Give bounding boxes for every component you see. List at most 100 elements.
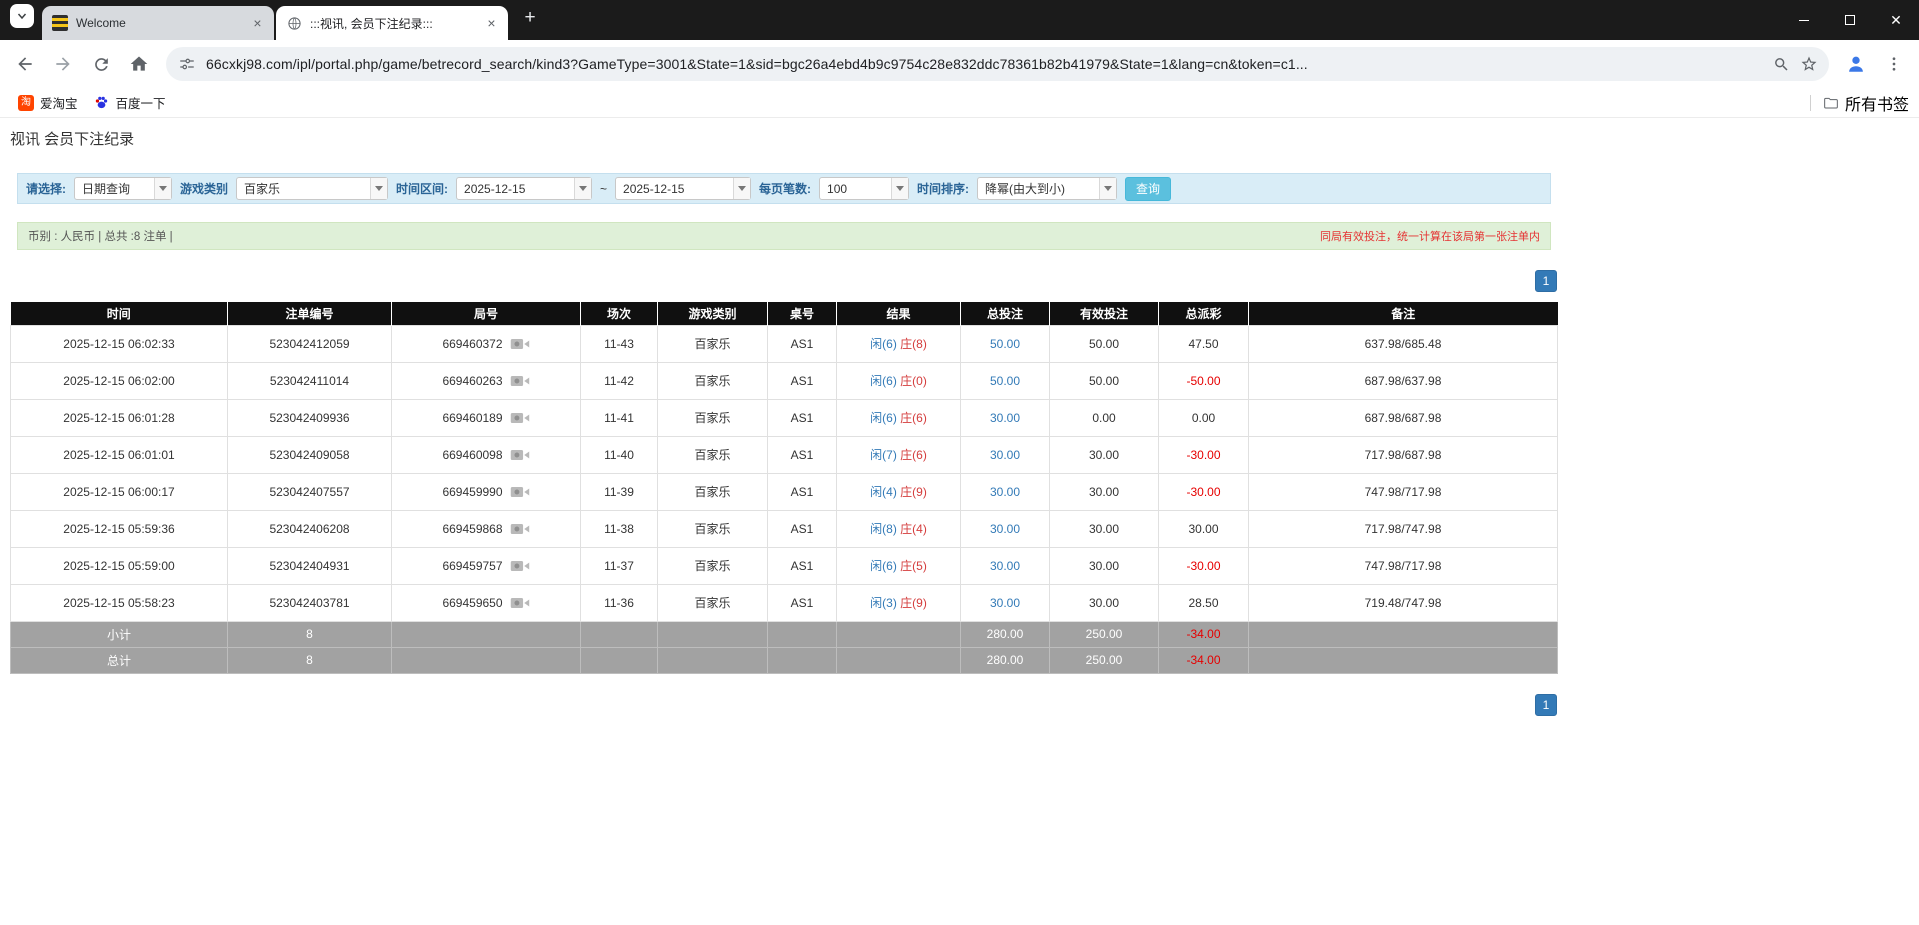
cell-table-no: AS1: [768, 399, 837, 436]
total-bet-link[interactable]: 30.00: [990, 596, 1020, 610]
video-replay-icon[interactable]: [510, 448, 530, 462]
result-player: 闲(6): [870, 374, 897, 388]
video-replay-icon[interactable]: [510, 596, 530, 610]
cell-bet-id: 523042411014: [228, 362, 392, 399]
sort-label: 时间排序:: [917, 180, 969, 197]
page-size-select[interactable]: 100: [819, 177, 909, 200]
sort-select[interactable]: 降幂(由大到小): [977, 177, 1117, 200]
all-bookmarks-label: 所有书签: [1845, 91, 1909, 115]
page-title: 视讯 会员下注纪录: [10, 128, 1557, 149]
tab-bet-record[interactable]: :::视讯, 会员下注纪录::: ×: [276, 6, 508, 40]
tab-welcome[interactable]: Welcome ×: [42, 6, 274, 40]
chevron-down-icon[interactable]: [1099, 178, 1116, 199]
total-bet-link[interactable]: 30.00: [990, 411, 1020, 425]
cell-round: 669459757: [392, 547, 581, 584]
cell-total-bet: 30.00: [961, 510, 1050, 547]
profile-avatar[interactable]: [1837, 45, 1875, 83]
search-button[interactable]: 查询: [1125, 177, 1171, 201]
page-size-label: 每页笔数:: [759, 180, 811, 197]
cell-game-type: 百家乐: [658, 362, 768, 399]
cell-round: 669460263: [392, 362, 581, 399]
total-payout: -34.00: [1159, 647, 1249, 673]
cell-bet-id: 523042406208: [228, 510, 392, 547]
date-to-select[interactable]: 2025-12-15: [615, 177, 751, 200]
close-button[interactable]: ✕: [1873, 0, 1919, 40]
maximize-button[interactable]: [1827, 0, 1873, 40]
chevron-down-icon[interactable]: [733, 178, 750, 199]
menu-button[interactable]: [1875, 45, 1913, 83]
minimize-icon: [1799, 20, 1809, 21]
chevron-down-icon[interactable]: [154, 178, 171, 199]
cell-table-no: AS1: [768, 584, 837, 621]
home-button[interactable]: [120, 45, 158, 83]
round-number: 669460263: [442, 374, 502, 388]
video-replay-icon[interactable]: [510, 374, 530, 388]
col-valid-bet: 有效投注: [1050, 302, 1159, 325]
col-time: 时间: [11, 302, 228, 325]
zoom-icon[interactable]: [1767, 50, 1795, 78]
video-replay-icon[interactable]: [510, 559, 530, 573]
reload-button[interactable]: [82, 45, 120, 83]
round-number: 669459990: [442, 485, 502, 499]
result-player: 闲(6): [870, 337, 897, 351]
query-type-label: 请选择:: [26, 180, 66, 197]
tab-search-button[interactable]: [10, 4, 34, 28]
chevron-down-icon[interactable]: [370, 178, 387, 199]
subtotal-row: 小计 8 280.00 250.00 -34.00: [11, 621, 1558, 647]
kebab-menu-icon: [1885, 55, 1903, 73]
total-bet-link[interactable]: 50.00: [990, 374, 1020, 388]
cell-time: 2025-12-15 06:02:33: [11, 325, 228, 362]
cell-result: 闲(6) 庄(5): [837, 547, 961, 584]
page-button-1[interactable]: 1: [1535, 270, 1557, 292]
cell-result: 闲(6) 庄(6): [837, 399, 961, 436]
minimize-button[interactable]: [1781, 0, 1827, 40]
video-replay-icon[interactable]: [510, 522, 530, 536]
address-bar[interactable]: 66cxkj98.com/ipl/portal.php/game/betreco…: [166, 47, 1829, 81]
subtotal-valid-bet: 250.00: [1050, 621, 1159, 647]
cell-valid-bet: 0.00: [1050, 399, 1159, 436]
chevron-down-icon[interactable]: [574, 178, 591, 199]
total-bet-link[interactable]: 50.00: [990, 337, 1020, 351]
col-payout: 总派彩: [1159, 302, 1249, 325]
empty-cell: [837, 621, 961, 647]
col-table-no: 桌号: [768, 302, 837, 325]
person-icon: [1845, 53, 1867, 75]
tab-close-icon[interactable]: ×: [483, 15, 500, 32]
video-replay-icon[interactable]: [510, 337, 530, 351]
total-bet-link[interactable]: 30.00: [990, 522, 1020, 536]
cell-total-bet: 50.00: [961, 325, 1050, 362]
bookmark-baidu[interactable]: 百度一下: [86, 90, 174, 115]
date-from-select[interactable]: 2025-12-15: [456, 177, 592, 200]
url-text[interactable]: 66cxkj98.com/ipl/portal.php/game/betreco…: [206, 56, 1767, 72]
result-banker: 庄(5): [900, 559, 927, 573]
new-tab-button[interactable]: +: [516, 4, 544, 32]
cell-round: 669460189: [392, 399, 581, 436]
total-bet-link[interactable]: 30.00: [990, 485, 1020, 499]
page-button-1[interactable]: 1: [1535, 694, 1557, 716]
tab-title: Welcome: [76, 16, 243, 30]
game-type-select[interactable]: 百家乐: [236, 177, 388, 200]
round-number: 669460098: [442, 448, 502, 462]
bookmark-star-icon[interactable]: [1795, 50, 1823, 78]
back-icon: [15, 54, 35, 74]
query-type-select[interactable]: 日期查询: [74, 177, 172, 200]
all-bookmarks[interactable]: 所有书签: [1810, 91, 1909, 115]
table-row: 2025-12-15 06:01:28523042409936669460189…: [11, 399, 1558, 436]
cell-remark: 687.98/687.98: [1249, 399, 1558, 436]
subtotal-total-bet: 280.00: [961, 621, 1050, 647]
tab-close-icon[interactable]: ×: [249, 15, 266, 32]
video-replay-icon[interactable]: [510, 411, 530, 425]
back-button[interactable]: [6, 45, 44, 83]
bookmark-aitaobao[interactable]: 淘 爱淘宝: [10, 90, 86, 115]
total-bet-link[interactable]: 30.00: [990, 448, 1020, 462]
chevron-down-icon[interactable]: [891, 178, 908, 199]
cell-payout: -30.00: [1159, 473, 1249, 510]
col-remark: 备注: [1249, 302, 1558, 325]
empty-cell: [1249, 621, 1558, 647]
total-bet-link[interactable]: 30.00: [990, 559, 1020, 573]
cell-valid-bet: 30.00: [1050, 510, 1159, 547]
video-replay-icon[interactable]: [510, 485, 530, 499]
cell-bet-id: 523042409058: [228, 436, 392, 473]
site-settings-icon[interactable]: [178, 55, 196, 73]
forward-button[interactable]: [44, 45, 82, 83]
